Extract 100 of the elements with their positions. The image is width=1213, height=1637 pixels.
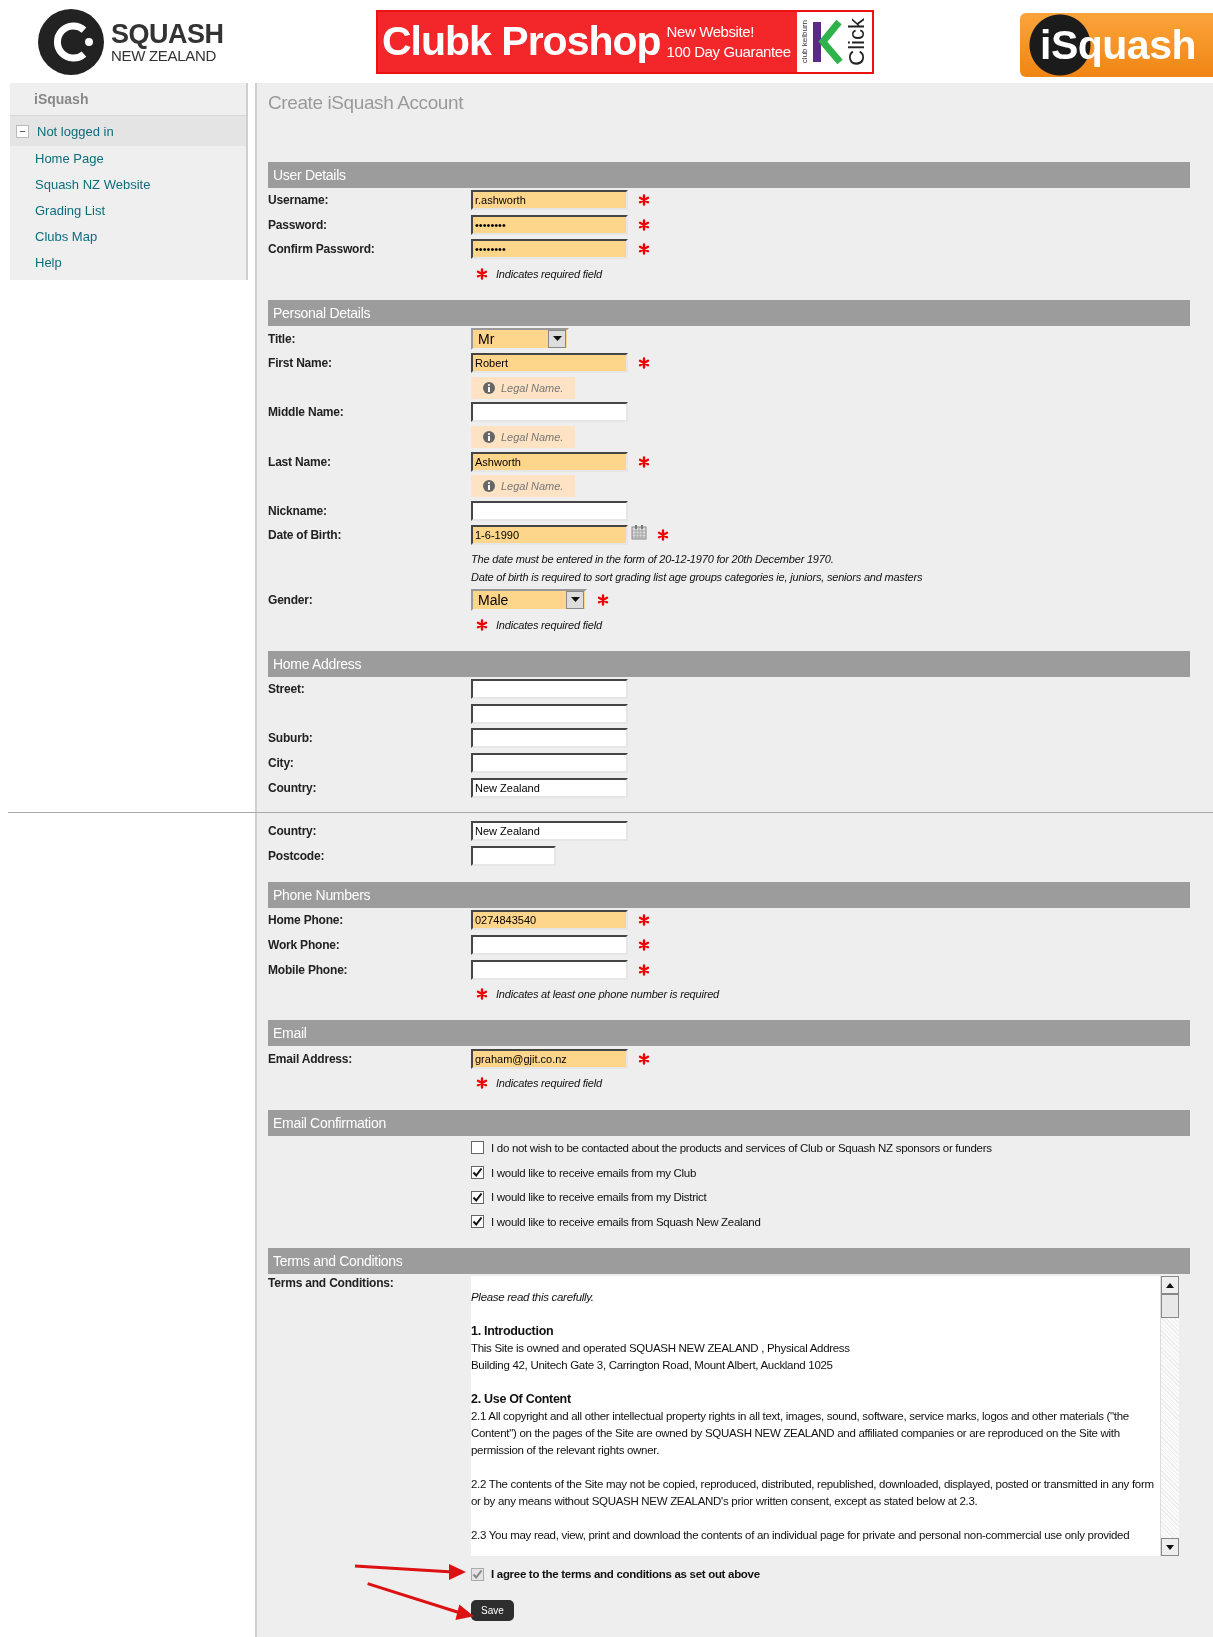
- page-title: Create iSquash Account: [268, 92, 464, 113]
- logo-title: SQUASH: [111, 20, 224, 48]
- password-field[interactable]: ••••••••: [471, 214, 628, 235]
- hint-label: Legal Name.: [501, 381, 564, 394]
- dropdown-select[interactable]: Male: [471, 589, 587, 611]
- terms-heading: 1. Introduction: [471, 1323, 555, 1340]
- brand-word: Click: [844, 17, 869, 66]
- field-label: Middle Name:: [268, 405, 345, 420]
- field-label: Country:: [268, 780, 318, 795]
- text-field[interactable]: Robert: [471, 353, 628, 374]
- text-field[interactable]: [471, 753, 628, 773]
- squash-logo-icon: [37, 7, 105, 76]
- asterisk-icon: [476, 988, 488, 1001]
- save-button[interactable]: Save: [471, 1600, 514, 1622]
- letter-k-icon: [810, 19, 843, 64]
- asterisk-icon: [476, 268, 488, 281]
- section-header: User Details: [268, 162, 1190, 188]
- help-text: Date of birth is required to sort grading list age groups categories ie, juniors, seniors and masters: [471, 569, 923, 585]
- section-header: Terms and Conditions: [268, 1248, 1190, 1274]
- text-field[interactable]: [471, 402, 628, 423]
- asterisk-icon: [476, 1077, 488, 1090]
- field-label: Password:: [268, 217, 328, 232]
- field-label: Postcode:: [268, 848, 326, 863]
- field-label: Last Name:: [268, 454, 332, 469]
- section-header: Phone Numbers: [268, 882, 1190, 909]
- section-header: Email Confirmation: [268, 1109, 1190, 1136]
- terms-paragraph: 2.3 You may read, view, print and download the contents of an individual page for private and personal non-commercial use only provided: [471, 1528, 1131, 1543]
- text-field[interactable]: [471, 845, 556, 866]
- sidebar-link[interactable]: Grading List: [10, 198, 246, 224]
- note-text: Indicates at least one phone number is required: [496, 988, 719, 1001]
- text-field[interactable]: [471, 959, 628, 980]
- sidebar-group-label[interactable]: Not logged in: [37, 123, 114, 139]
- field-label: Country:: [268, 824, 318, 839]
- terms-paragraph: 2.1 All copyright and all other intellectual property rights in all text, images, sound, software, service marks, logos and other materials ("the Content") on the pages of the Site are owned by SQUASH NEW ZEALAND and affiliated companies or are reproduced on the Site with permission of the relevant rights owner.: [471, 1409, 1130, 1458]
- terms-text-box[interactable]: [471, 1276, 1179, 1556]
- checkbox[interactable]: [471, 1215, 484, 1229]
- date-field[interactable]: 1-6-1990: [471, 525, 628, 546]
- field-label: Confirm Password:: [268, 242, 376, 257]
- text-field[interactable]: graham@gjit.co.nz: [471, 1048, 628, 1069]
- info-icon: [483, 431, 495, 444]
- checkbox-label: I agree to the terms and conditions as set out above: [491, 1568, 760, 1581]
- text-field[interactable]: [471, 500, 628, 521]
- checkbox-label: I would like to receive emails from Squash New Zealand: [491, 1215, 761, 1228]
- field-label: Nickname:: [268, 503, 328, 518]
- field-label: Work Phone:: [268, 937, 341, 952]
- checkbox-label: I would like to receive emails from my District: [491, 1191, 707, 1204]
- note-text: Indicates required field: [496, 268, 602, 281]
- hint-label: Legal Name.: [501, 480, 564, 493]
- sidebar-link[interactable]: Home Page: [10, 146, 246, 172]
- field-label: Street:: [268, 682, 306, 697]
- banner-title: Clubk Proshop: [382, 18, 661, 65]
- checkbox[interactable]: [471, 1190, 484, 1204]
- scroll-down-icon[interactable]: [1161, 1538, 1179, 1556]
- checkbox-label: I would like to receive emails from my Club: [491, 1166, 697, 1179]
- sidebar-link[interactable]: Squash NZ Website: [10, 172, 246, 198]
- terms-intro: Please read this carefully.: [471, 1290, 595, 1305]
- text-field[interactable]: New Zealand: [471, 777, 628, 798]
- field-label: First Name:: [268, 356, 333, 371]
- section-header: Personal Details: [268, 300, 1190, 327]
- text-field[interactable]: r.ashworth: [471, 190, 628, 211]
- field-label: Date of Birth:: [268, 528, 343, 543]
- text-field[interactable]: [471, 703, 628, 724]
- field-label: Gender:: [268, 593, 314, 607]
- asterisk-icon: [476, 618, 488, 631]
- brand-caption: club kelburn: [799, 19, 809, 64]
- collapse-toggle[interactable]: −: [16, 124, 29, 138]
- field-label: Suburb:: [268, 731, 314, 746]
- section-header: Email: [268, 1020, 1190, 1047]
- note-text: Indicates required field: [496, 1077, 602, 1090]
- vertical-scrollbar[interactable]: [1160, 1276, 1179, 1556]
- field-label: City:: [268, 756, 295, 770]
- section-header: Home Address: [268, 650, 1190, 677]
- scrollbar-thumb[interactable]: [1161, 1294, 1179, 1318]
- field-label: Mobile Phone:: [268, 962, 349, 977]
- field-label: Home Phone:: [268, 913, 345, 928]
- banner-text: New Website!: [666, 21, 756, 42]
- field-label: Email Address:: [268, 1051, 354, 1066]
- checkbox[interactable]: [471, 1166, 484, 1179]
- terms-paragraph: This Site is owned and operated SQUASH NEW ZEALAND , Physical Address Building 42, Unitech Gate 3, Carrington Road, Mount Albert, Auckland 1025: [471, 1341, 851, 1373]
- checkbox-label: I do not wish to be contacted about the products and services of Club or Squash NZ sponsors or funders: [491, 1141, 992, 1154]
- help-text: The date must be entered in the form of 20-12-1970 for 20th December 1970.: [471, 551, 835, 567]
- sidebar-link[interactable]: Clubs Map: [10, 224, 246, 250]
- field-label: Title:: [268, 331, 297, 346]
- scroll-up-icon[interactable]: [1161, 1276, 1179, 1294]
- text-field[interactable]: [471, 934, 628, 955]
- info-icon: [483, 381, 495, 394]
- hint-label: Legal Name.: [501, 431, 564, 444]
- calendar-icon[interactable]: [631, 524, 647, 541]
- text-field[interactable]: 0274843540: [471, 910, 628, 931]
- text-field[interactable]: [471, 728, 628, 749]
- checkbox[interactable]: [471, 1141, 484, 1155]
- info-icon: [483, 480, 495, 493]
- dropdown-select[interactable]: Mr: [471, 327, 569, 350]
- password-field[interactable]: ••••••••: [471, 239, 628, 260]
- field-label: Username:: [268, 193, 330, 208]
- text-field[interactable]: [471, 679, 628, 700]
- terms-heading: 2. Use Of Content: [471, 1391, 572, 1408]
- text-field[interactable]: Ashworth: [471, 451, 628, 472]
- sidebar-link[interactable]: Help: [10, 250, 246, 276]
- text-field[interactable]: New Zealand: [471, 821, 628, 842]
